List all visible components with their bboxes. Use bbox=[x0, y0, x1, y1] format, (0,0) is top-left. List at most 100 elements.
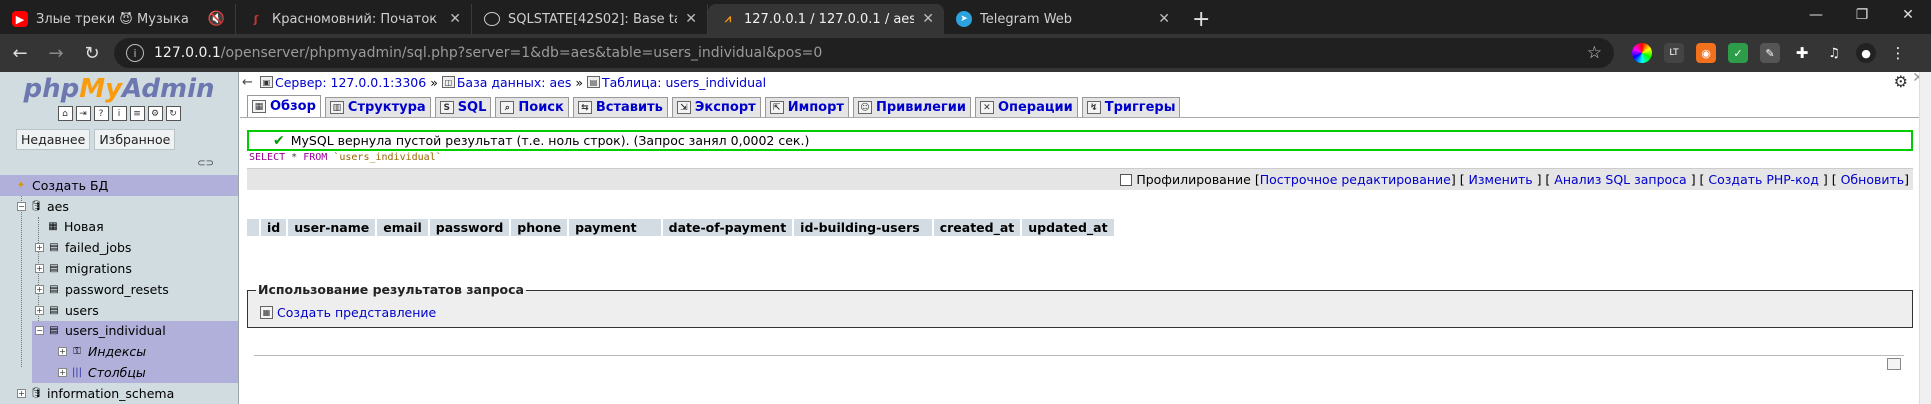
documentation-icon[interactable]: i bbox=[111, 106, 127, 121]
reload-icon[interactable]: ↻ bbox=[76, 38, 108, 68]
docs-icon[interactable]: ≡ bbox=[129, 106, 145, 121]
tab-triggers[interactable]: ↯ Триггеры bbox=[1081, 97, 1181, 117]
browser-tab-telegram[interactable]: ➤ Telegram Web ✕ bbox=[944, 4, 1180, 34]
tree-table-password-resets[interactable]: + ▤ password_resets bbox=[0, 279, 238, 300]
back-icon[interactable]: ← bbox=[4, 38, 36, 68]
back-arrow-icon[interactable]: ← bbox=[242, 75, 260, 90]
column-header-payment[interactable]: payment bbox=[569, 219, 661, 236]
expand-icon[interactable]: + bbox=[58, 347, 67, 357]
forward-icon[interactable]: → bbox=[40, 38, 72, 68]
column-header-user-name[interactable]: user-name bbox=[288, 219, 376, 236]
home-icon[interactable]: ⌂ bbox=[57, 106, 73, 121]
tree-db-aes[interactable]: − 🛢 aes bbox=[0, 196, 238, 217]
expand-icon[interactable]: + bbox=[35, 264, 44, 274]
lt-extension-icon[interactable]: LT bbox=[1664, 43, 1684, 63]
vertical-scrollbar[interactable] bbox=[1919, 72, 1931, 404]
settings-gear-icon[interactable]: ⚙ bbox=[1894, 72, 1908, 91]
pen-extension-icon[interactable]: ✎ bbox=[1760, 43, 1780, 63]
address-bar[interactable]: i 127.0.0.1 /openserver/phpmyadmin/sql.p… bbox=[114, 38, 1614, 68]
expand-icon[interactable]: + bbox=[58, 368, 67, 378]
close-window-icon[interactable]: ✕ bbox=[1885, 0, 1931, 30]
tree-table-failed-jobs[interactable]: + ▤ failed_jobs bbox=[0, 237, 238, 258]
browser-tab-krasnomovnyi[interactable]: ʃ Красномовний: Початок робот ✕ bbox=[236, 4, 472, 34]
tree-new-table[interactable]: ▦ Новая bbox=[0, 217, 238, 238]
browser-tab-phpmyadmin[interactable]: ⩘ 127.0.0.1 / 127.0.0.1 / aes / users ✕ bbox=[708, 4, 944, 34]
tree-table-users-individual[interactable]: − ▤ users_individual bbox=[32, 320, 238, 342]
breadcrumb-server[interactable]: ▣ Сервер: 127.0.0.1:3306 bbox=[260, 75, 426, 90]
recent-tab[interactable]: Недавнее bbox=[16, 129, 91, 150]
refresh-link[interactable]: Обновить bbox=[1841, 172, 1905, 187]
settings-gear-icon[interactable]: ⚙ bbox=[147, 106, 163, 121]
edit-link[interactable]: Изменить bbox=[1469, 172, 1533, 187]
tree-table-migrations[interactable]: + ▤ migrations bbox=[0, 258, 238, 279]
browser-tab-youtube[interactable]: ▶ Злые треки 😈 Музыка 🔇 bbox=[0, 4, 236, 34]
phpmyadmin-icon: ⩘ bbox=[724, 12, 732, 25]
close-icon[interactable]: ✕ bbox=[685, 11, 697, 27]
new-tab-button[interactable]: + bbox=[1180, 4, 1222, 34]
inline-edit-link[interactable]: Построчное редактирование bbox=[1260, 172, 1451, 187]
column-header-date-of-payment[interactable]: date-of-payment bbox=[662, 219, 793, 236]
logout-icon[interactable]: ⇥ bbox=[75, 106, 91, 121]
shield-extension-icon[interactable]: ✓ bbox=[1728, 43, 1748, 63]
tab-structure[interactable]: ▥ Структура bbox=[324, 97, 431, 117]
tree-create-db[interactable]: ✦ Создать БД bbox=[0, 175, 238, 196]
column-header-id-building-users[interactable]: id-building-users bbox=[794, 219, 932, 236]
column-header-password[interactable]: password bbox=[429, 219, 510, 236]
tree-columns[interactable]: + ||| Столбцы bbox=[32, 362, 238, 383]
expand-icon[interactable]: + bbox=[35, 284, 44, 294]
create-view-link[interactable]: ▦ Создать представление bbox=[260, 305, 436, 320]
bookmark-star-icon[interactable]: ☆ bbox=[1587, 43, 1602, 63]
puzzle-extension-icon[interactable]: ✚ bbox=[1792, 43, 1812, 63]
analyze-sql-link[interactable]: Анализ SQL запроса bbox=[1554, 172, 1686, 187]
info-icon[interactable]: i bbox=[126, 44, 144, 62]
console-toggle-icon[interactable] bbox=[1887, 358, 1901, 370]
column-header-created-at[interactable]: created_at bbox=[933, 219, 1021, 236]
tab-export[interactable]: ⇲ Экспорт bbox=[671, 97, 761, 117]
expand-icon[interactable]: + bbox=[17, 388, 26, 398]
tab-insert[interactable]: ⇆ Вставить bbox=[572, 97, 668, 117]
tab-title: Красномовний: Початок робот bbox=[272, 11, 441, 27]
expand-icon[interactable]: + bbox=[35, 243, 44, 253]
profile-avatar-icon[interactable]: ● bbox=[1856, 43, 1876, 63]
tree-db-information-schema[interactable]: + 🛢 information_schema bbox=[0, 383, 238, 404]
tab-import[interactable]: ⇱ Импорт bbox=[764, 97, 849, 117]
tab-search[interactable]: ⌕ Поиск bbox=[495, 97, 569, 117]
create-php-code-link[interactable]: Создать PHP-код bbox=[1708, 172, 1819, 187]
sql-query-text[interactable]: SELECT * FROM `users_individual` bbox=[247, 152, 1913, 166]
minimize-icon[interactable]: — bbox=[1793, 0, 1839, 30]
query-window-icon[interactable]: ? bbox=[93, 106, 109, 121]
column-header-email[interactable]: email bbox=[377, 219, 428, 236]
column-header-phone[interactable]: phone bbox=[511, 219, 568, 236]
media-extension-icon[interactable]: ♫ bbox=[1824, 43, 1844, 63]
link-icon[interactable]: ⊂⊃ bbox=[197, 158, 214, 169]
color-picker-extension-icon[interactable] bbox=[1632, 43, 1652, 63]
favorites-tab[interactable]: Избранное bbox=[94, 129, 176, 150]
browser-tab-sqlstate[interactable]: SQLSTATE[42S02]: Base table ✕ bbox=[472, 4, 708, 34]
tab-sql[interactable]: S SQL bbox=[434, 97, 492, 117]
tab-operations[interactable]: ✕ Операции bbox=[974, 97, 1078, 117]
camera-extension-icon[interactable]: ◉ bbox=[1696, 43, 1716, 63]
close-icon[interactable]: 🔇 bbox=[208, 11, 225, 27]
phpmyadmin-logo[interactable]: phpMyAdmin bbox=[0, 74, 238, 104]
breadcrumb-table[interactable]: ▤ Таблица: users_individual bbox=[587, 75, 766, 90]
column-header-id[interactable]: id bbox=[261, 219, 287, 236]
tree-indexes[interactable]: + ⚿ Индексы bbox=[32, 341, 238, 363]
sql-icon: S bbox=[439, 101, 454, 114]
close-icon[interactable]: ✕ bbox=[1158, 11, 1170, 27]
profiling-checkbox[interactable] bbox=[1120, 173, 1133, 186]
collapse-icon[interactable]: − bbox=[17, 201, 26, 211]
close-icon[interactable]: ✕ bbox=[922, 11, 934, 27]
content-panel: ← ▣ Сервер: 127.0.0.1:3306 » ◫ База данных… bbox=[240, 70, 1931, 404]
collapse-icon[interactable]: − bbox=[35, 326, 44, 336]
expand-icon[interactable]: + bbox=[35, 305, 44, 315]
close-icon[interactable]: ✕ bbox=[449, 11, 461, 27]
reload-nav-icon[interactable]: ↻ bbox=[165, 106, 181, 121]
menu-dots-icon[interactable]: ⋮ bbox=[1888, 43, 1908, 63]
restore-icon[interactable]: ❐ bbox=[1839, 0, 1885, 30]
breadcrumb-database[interactable]: ◫ База данных: aes bbox=[441, 75, 571, 90]
database-icon: 🛢 bbox=[29, 200, 43, 212]
tab-browse[interactable]: ▦ Обзор bbox=[247, 95, 321, 117]
column-header-updated-at[interactable]: updated_at bbox=[1022, 219, 1114, 236]
tab-privileges[interactable]: ☺ Привилегии bbox=[852, 97, 971, 117]
tree-table-users[interactable]: + ▤ users bbox=[0, 300, 238, 321]
